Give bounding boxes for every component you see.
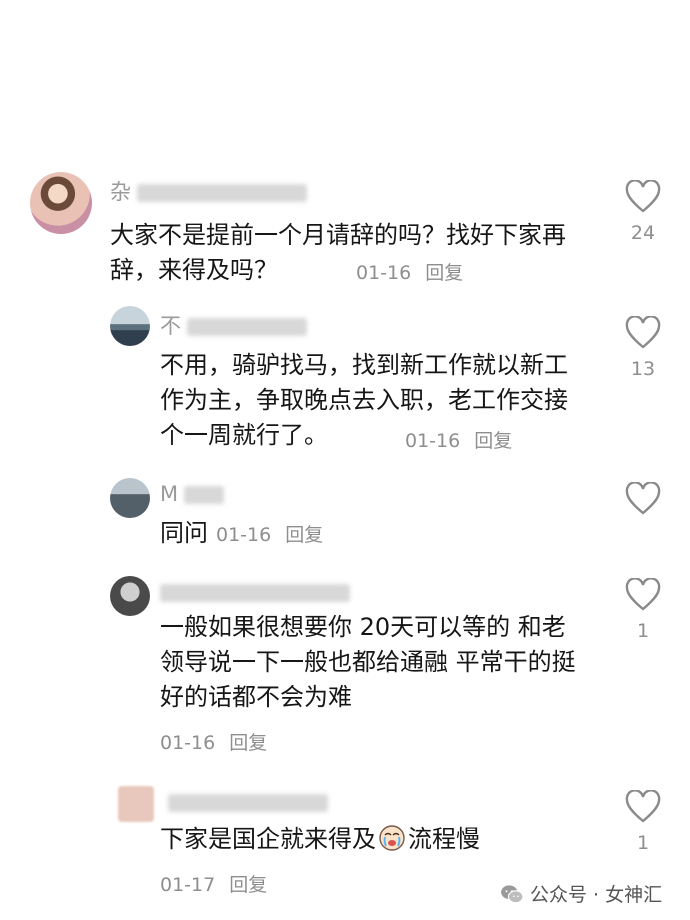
comment-text: 大家不是提前一个月请辞的吗？找好下家再辞，来得及吗？ bbox=[110, 221, 566, 284]
reply-button[interactable]: 回复 bbox=[229, 874, 267, 896]
username[interactable]: M bbox=[160, 482, 225, 506]
heart-icon bbox=[625, 315, 661, 349]
watermark: 公众号 · 女神汇 bbox=[500, 880, 662, 907]
comment-meta: 01-16 回复 bbox=[216, 520, 323, 547]
reply-button[interactable]: 回复 bbox=[474, 430, 512, 452]
heart-icon bbox=[625, 481, 661, 515]
heart-icon bbox=[625, 179, 661, 213]
crying-face-icon bbox=[379, 825, 405, 851]
comment-meta: 01-17 回复 bbox=[160, 870, 267, 897]
avatar[interactable] bbox=[118, 786, 154, 822]
like-count: 1 bbox=[636, 832, 650, 854]
watermark-text: 公众号 · 女神汇 bbox=[530, 884, 663, 906]
username[interactable]: 不 bbox=[160, 310, 307, 340]
like-button[interactable]: 1 bbox=[613, 577, 673, 642]
comment-text: 一般如果很想要你 20天可以等的 和老领导说一下一般也都给通融 平常干的挺好的话… bbox=[160, 613, 576, 711]
blurred-username bbox=[160, 584, 350, 602]
reply-button[interactable]: 回复 bbox=[285, 524, 323, 546]
comment-text: 不用，骑驴找马，找到新工作就以新工作为主，争取晚点去入职，老工作交接个一周就行了… bbox=[160, 351, 568, 449]
heart-icon bbox=[625, 789, 661, 823]
comment-text: 下家是国企就来得及 流程慢 bbox=[160, 822, 480, 857]
comment-text-part: 流程慢 bbox=[408, 825, 480, 853]
reply-button[interactable]: 回复 bbox=[425, 262, 463, 284]
username[interactable] bbox=[168, 790, 328, 814]
like-button[interactable]: 13 bbox=[613, 315, 673, 380]
comment-meta: 01-16 回复 bbox=[356, 258, 463, 285]
like-count: 13 bbox=[630, 358, 656, 380]
like-count: 1 bbox=[636, 620, 650, 642]
username-text: M bbox=[160, 482, 179, 506]
comment-time: 01-17 bbox=[160, 874, 216, 896]
blurred-username bbox=[187, 318, 307, 336]
username[interactable] bbox=[160, 580, 350, 604]
username[interactable]: 杂 bbox=[110, 176, 307, 206]
blurred-username bbox=[168, 794, 328, 812]
heart-icon bbox=[625, 577, 661, 611]
username-text: 杂 bbox=[110, 180, 131, 204]
comment-meta: 01-16 回复 bbox=[160, 728, 267, 755]
username-text: 不 bbox=[160, 314, 181, 338]
like-button[interactable] bbox=[613, 481, 673, 520]
comment-time: 01-16 bbox=[356, 262, 412, 284]
comment-text: 同问 bbox=[160, 519, 208, 547]
avatar[interactable] bbox=[110, 306, 150, 346]
comment-time: 01-16 bbox=[216, 524, 272, 546]
like-button[interactable]: 1 bbox=[613, 789, 673, 854]
comment-meta: 01-16 回复 bbox=[405, 426, 512, 453]
avatar[interactable] bbox=[110, 576, 150, 616]
avatar[interactable] bbox=[30, 172, 92, 234]
wechat-icon bbox=[501, 885, 524, 904]
comment-time: 01-16 bbox=[405, 430, 461, 452]
reply-button[interactable]: 回复 bbox=[229, 732, 267, 754]
blurred-username bbox=[184, 486, 225, 504]
like-button[interactable]: 24 bbox=[613, 179, 673, 244]
avatar[interactable] bbox=[110, 478, 150, 518]
comment-time: 01-16 bbox=[160, 732, 216, 754]
like-count: 24 bbox=[630, 222, 656, 244]
blurred-username bbox=[137, 184, 307, 202]
comment-text-part: 下家是国企就来得及 bbox=[160, 825, 376, 853]
